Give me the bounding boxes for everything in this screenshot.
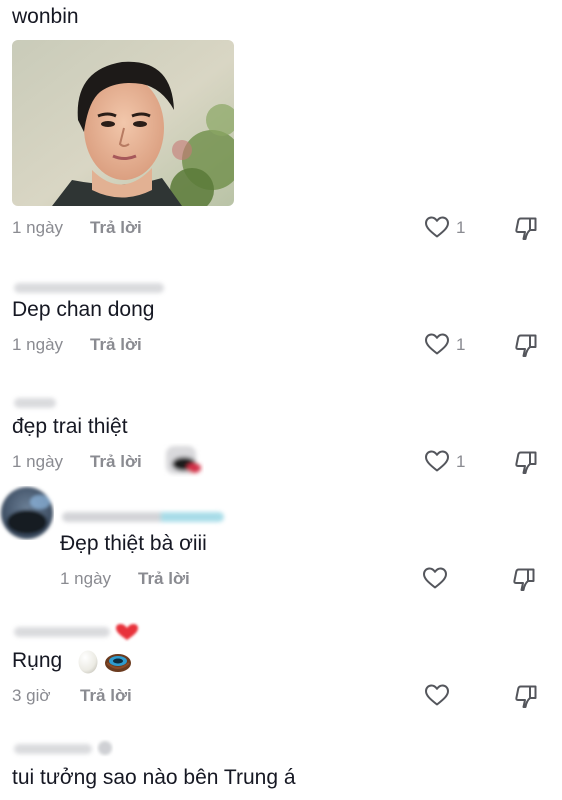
sticker-image <box>162 442 204 478</box>
blurred-username <box>14 398 56 408</box>
blurred-sticker-icon <box>166 446 201 474</box>
thumbs-down-outline-icon <box>515 334 537 357</box>
reply-button[interactable]: Trả lời <box>138 568 190 590</box>
comment-text: Rụng <box>12 649 63 672</box>
comment-time: 3 giờ <box>12 686 51 705</box>
like-count: 1 <box>456 218 466 237</box>
avatar[interactable] <box>0 486 54 540</box>
dislike-button[interactable] <box>513 683 539 709</box>
thumbs-down-outline-icon <box>515 685 537 708</box>
comment-text: đẹp trai thiệt <box>12 415 128 438</box>
blurred-username <box>14 283 164 293</box>
comment-text: Đẹp thiệt bà ơiii <box>60 532 207 555</box>
dislike-button[interactable] <box>513 332 539 358</box>
portrait-image <box>12 40 234 206</box>
blurred-username <box>14 744 92 754</box>
blurred-username <box>14 627 110 637</box>
reply-button[interactable]: Trả lời <box>90 451 142 473</box>
reply-button[interactable]: Trả lời <box>80 685 132 707</box>
heart-outline-icon <box>425 450 449 472</box>
like-button[interactable] <box>424 449 450 473</box>
like-button[interactable] <box>424 683 450 707</box>
egg-emoji <box>77 648 99 674</box>
reply-button[interactable]: Trả lời <box>90 334 142 356</box>
comment-text: tui tưởng sao nào bên Trung á <box>12 766 296 789</box>
thumbs-down-outline-icon <box>515 451 537 474</box>
like-count: 1 <box>456 335 466 354</box>
blurred-username <box>62 512 224 522</box>
comment-text: Dep chan dong <box>12 298 155 321</box>
thumbs-down-outline-icon <box>515 217 537 240</box>
nest-emoji <box>104 651 132 673</box>
nest-icon <box>105 654 131 672</box>
comment-photo[interactable] <box>12 40 234 206</box>
dislike-button[interactable] <box>513 215 539 241</box>
reply-button[interactable]: Trả lời <box>90 217 142 239</box>
dislike-button[interactable] <box>511 566 537 592</box>
comment-text: wonbin <box>12 5 79 28</box>
like-button[interactable] <box>422 566 448 590</box>
comment-time: 1 ngày <box>12 452 64 471</box>
red-heart-emoji <box>112 622 142 642</box>
comment-time: 1 ngày <box>12 335 64 354</box>
heart-outline-icon <box>423 567 447 589</box>
like-button[interactable] <box>424 215 450 239</box>
like-button[interactable] <box>424 332 450 356</box>
dislike-button[interactable] <box>513 449 539 475</box>
like-count: 1 <box>456 452 466 471</box>
thumbs-down-outline-icon <box>513 568 535 591</box>
blurred-emoji <box>94 738 116 758</box>
heart-outline-icon <box>425 216 449 238</box>
heart-outline-icon <box>425 333 449 355</box>
red-heart-icon <box>116 624 138 640</box>
comment-time: 1 ngày <box>60 569 112 588</box>
comment-time: 1 ngày <box>12 218 64 237</box>
egg-icon <box>78 650 98 674</box>
blurred-emoji-icon <box>98 741 112 755</box>
heart-outline-icon <box>425 684 449 706</box>
avatar-image <box>1 487 53 539</box>
